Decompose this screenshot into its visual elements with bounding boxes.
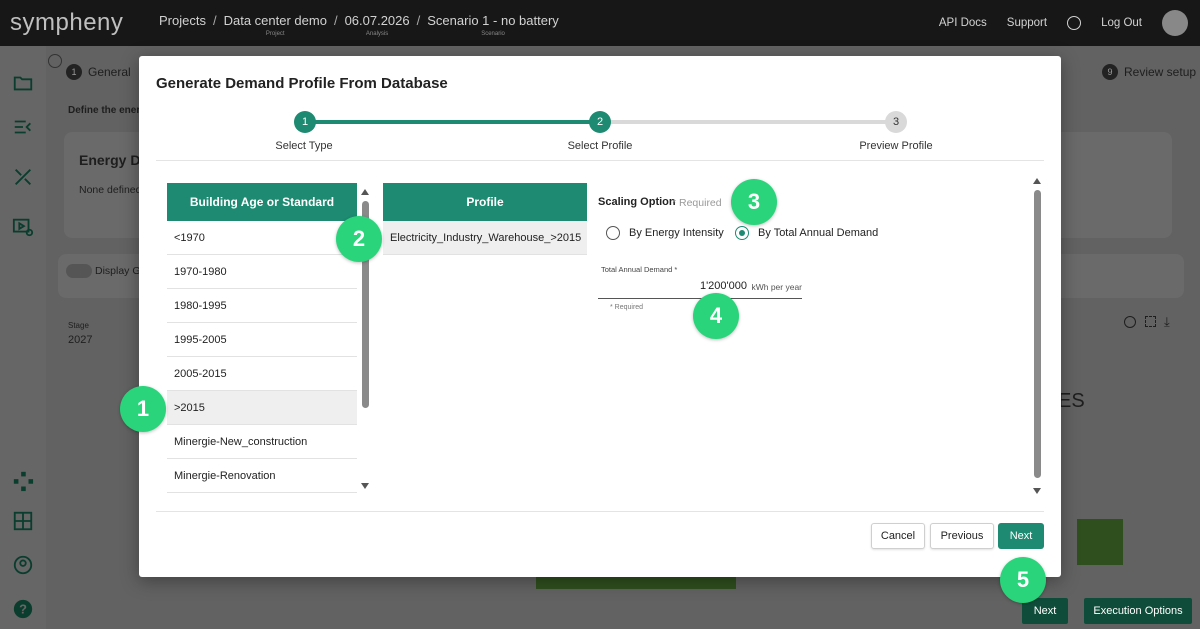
total-annual-demand-label: Total Annual Demand * (601, 265, 678, 274)
demand-profile-dialog: Generate Demand Profile From Database 1 … (139, 56, 1061, 577)
breadcrumb-scenario[interactable]: Scenario 1 - no battery Scenario (427, 13, 559, 37)
display-toggle[interactable] (66, 264, 92, 278)
sidebar: ? (0, 46, 46, 629)
building-age-item[interactable]: 1980-1995 (167, 289, 357, 323)
radio-circle[interactable] (606, 226, 620, 240)
define-text: Define the ener (68, 105, 141, 116)
network-icon[interactable] (12, 470, 34, 492)
step-connector (600, 120, 896, 124)
stepper: 1 2 3 Select Type Select Profile Preview… (139, 110, 1061, 160)
building-age-list: <1970 1970-1980 1980-1995 1995-2005 2005-201… (167, 221, 357, 493)
radio-label: By Total Annual Demand (758, 227, 879, 239)
profile-header: Profile (383, 183, 587, 221)
divider (156, 511, 1044, 512)
scroll-up-arrow-icon[interactable] (1033, 178, 1041, 184)
radio-circle-selected[interactable] (735, 226, 749, 240)
panel-scrollbar[interactable] (1032, 176, 1042, 496)
fullscreen-icon[interactable] (1145, 316, 1156, 327)
wizard-step-number: 1 (66, 64, 82, 80)
app-logo[interactable]: sympheny (10, 9, 123, 37)
step-2-label: Select Profile (567, 140, 633, 152)
svg-text:?: ? (19, 602, 27, 617)
execution-options-button[interactable]: Execution Options (1084, 598, 1192, 624)
avatar[interactable] (1162, 10, 1188, 36)
profile-list: Electricity_Industry_Warehouse_>2015 (383, 221, 587, 255)
profile-item[interactable]: Electricity_Industry_Warehouse_>2015 (383, 221, 587, 255)
diagram-node (536, 577, 736, 589)
account-icon[interactable] (12, 554, 34, 576)
radio-energy-intensity[interactable]: By Energy Intensity (606, 226, 724, 240)
radio-total-annual-demand[interactable]: By Total Annual Demand (735, 226, 878, 240)
scroll-up-arrow-icon[interactable] (361, 189, 369, 195)
none-defined-text: None defined (79, 184, 142, 196)
building-age-header: Building Age or Standard (167, 183, 357, 221)
list-collapse-icon[interactable] (12, 116, 34, 138)
step-connector (305, 120, 600, 124)
next-button[interactable]: Next (998, 523, 1044, 549)
breadcrumb-projects[interactable]: Projects (159, 13, 206, 37)
breadcrumb: Projects / Data center demo Project / 06.… (159, 13, 559, 37)
partial-text: ES (1058, 390, 1085, 412)
scaling-option-label: Scaling Option (598, 196, 676, 208)
logout-link[interactable]: Log Out (1101, 17, 1142, 29)
wizard-step-review[interactable]: Review setup (1124, 65, 1196, 79)
folder-icon[interactable] (12, 72, 34, 94)
help-icon[interactable]: ? (12, 598, 34, 620)
wizard-step-number: 9 (1102, 64, 1118, 80)
breadcrumb-project[interactable]: Data center demo Project (224, 13, 327, 37)
total-annual-demand-value[interactable]: 1'200'000 (700, 280, 747, 292)
diagram-node (1077, 519, 1123, 565)
tools-icon[interactable] (12, 166, 34, 188)
scroll-down-arrow-icon[interactable] (1033, 488, 1041, 494)
stage-label: Stage (68, 321, 89, 330)
field-required-hint: * Required (610, 304, 644, 311)
callout-badge-4: 4 (693, 293, 739, 339)
breadcrumb-analysis[interactable]: 06.07.2026 Analysis (345, 13, 410, 37)
building-age-item[interactable]: <1970 (167, 221, 357, 255)
building-age-item[interactable]: Minergie-New_construction (167, 425, 357, 459)
total-annual-demand-unit: kWh per year (751, 282, 802, 292)
stage-value[interactable]: 2027 (68, 334, 92, 346)
globe-icon[interactable] (1067, 16, 1082, 30)
dialog-title: Generate Demand Profile From Database (156, 75, 448, 92)
scaling-required-note: * Required (672, 197, 722, 209)
expand-sidebar-icon[interactable] (48, 54, 62, 68)
callout-badge-3: 3 (731, 179, 777, 225)
video-settings-icon[interactable] (12, 216, 34, 238)
total-annual-demand-field[interactable]: 1'200'000 kWh per year (598, 279, 802, 299)
wizard-step-general[interactable]: General (88, 65, 131, 79)
scroll-thumb[interactable] (1033, 190, 1041, 478)
step-2-circle[interactable]: 2 (589, 111, 611, 133)
building-age-item[interactable]: >2015 (167, 391, 357, 425)
cancel-button[interactable]: Cancel (871, 523, 925, 549)
building-age-item[interactable]: Minergie-Renovation (167, 459, 357, 493)
refresh-icon[interactable] (1124, 316, 1136, 328)
step-3-label: Preview Profile (859, 140, 933, 152)
download-icon[interactable]: ⤓ (1164, 314, 1170, 330)
top-bar: sympheny Projects / Data center demo Proj… (0, 0, 1200, 46)
display-toggle-label: Display G (95, 265, 141, 277)
grid-icon[interactable] (12, 510, 34, 532)
callout-badge-2: 2 (336, 216, 382, 262)
divider (156, 160, 1044, 161)
radio-label: By Energy Intensity (629, 227, 724, 239)
step-1-circle[interactable]: 1 (294, 111, 316, 133)
callout-badge-5: 5 (1000, 557, 1046, 603)
previous-button[interactable]: Previous (930, 523, 994, 549)
step-1-label: Select Type (275, 140, 333, 152)
scroll-down-arrow-icon[interactable] (361, 483, 369, 489)
building-age-item[interactable]: 1970-1980 (167, 255, 357, 289)
api-docs-link[interactable]: API Docs (939, 17, 987, 29)
energy-title: Energy De (79, 152, 149, 168)
building-age-item[interactable]: 1995-2005 (167, 323, 357, 357)
building-age-item[interactable]: 2005-2015 (167, 357, 357, 391)
step-3-circle: 3 (885, 111, 907, 133)
support-link[interactable]: Support (1007, 17, 1047, 29)
callout-badge-1: 1 (120, 386, 166, 432)
